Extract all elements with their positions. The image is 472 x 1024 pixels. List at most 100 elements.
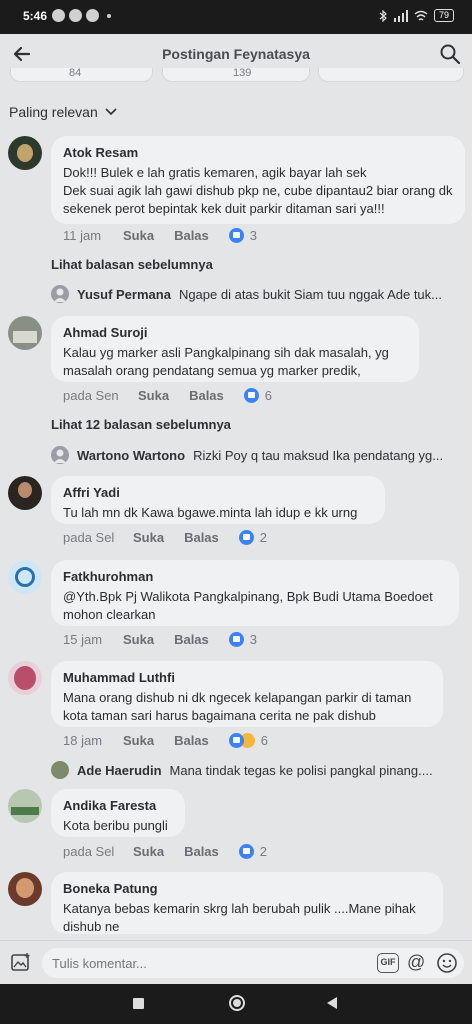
search-icon[interactable] bbox=[438, 42, 462, 66]
comment-time: pada Sen bbox=[63, 388, 119, 403]
comment-bubble[interactable]: Ahmad Suroji Kalau yg marker asli Pangka… bbox=[51, 316, 419, 382]
comment-text: Katanya bebas kemarin skrg lah berubah p… bbox=[63, 901, 416, 934]
reply-text: Rizki Poy q tau maksud Ika pendatang yg.… bbox=[193, 447, 444, 463]
comment-time: 11 jam bbox=[63, 228, 102, 243]
comment-input[interactable] bbox=[52, 956, 352, 971]
comment-actions: 15 jam Suka Balas 3 bbox=[63, 632, 257, 647]
mention-icon[interactable]: @ bbox=[407, 952, 425, 973]
reaction-count[interactable]: 6 bbox=[265, 388, 272, 403]
comment-text: Kalau yg marker asli Pangkalpinang sih d… bbox=[63, 345, 389, 378]
avatar[interactable] bbox=[8, 316, 42, 350]
like-button[interactable]: Suka bbox=[123, 632, 154, 647]
comment-input-box[interactable]: GIF @ bbox=[42, 948, 464, 978]
comment-bubble[interactable]: Atok Resam Dok!!! Bulek e lah gratis kem… bbox=[51, 136, 465, 224]
comment-bubble[interactable]: Boneka Patung Katanya bebas kemarin skrg… bbox=[51, 872, 443, 934]
avatar[interactable] bbox=[8, 560, 42, 594]
bluetooth-icon bbox=[379, 9, 387, 22]
reply-button[interactable]: Balas bbox=[174, 733, 209, 748]
image-icon[interactable] bbox=[10, 951, 32, 973]
comment-time: 18 jam bbox=[63, 733, 103, 748]
reply-author: Ade Haerudin bbox=[77, 762, 162, 778]
like-button[interactable]: Suka bbox=[133, 530, 164, 545]
more-notifications-icon bbox=[107, 14, 111, 18]
back-icon[interactable] bbox=[327, 997, 337, 1009]
signal-icon bbox=[393, 9, 408, 22]
comment-author[interactable]: Affri Yadi bbox=[63, 485, 373, 500]
wifi-icon bbox=[414, 10, 428, 21]
like-reaction-icon bbox=[238, 530, 254, 545]
comment-time: 15 jam bbox=[63, 632, 103, 647]
comment-bubble[interactable]: Muhammad Luthfi Mana orang dishub ni dk … bbox=[51, 661, 443, 727]
reaction-count[interactable]: 2 bbox=[260, 530, 267, 545]
gif-icon[interactable]: GIF bbox=[377, 953, 399, 973]
like-count-button[interactable]: 84 bbox=[10, 68, 153, 82]
comment-author[interactable]: Muhammad Luthfi bbox=[63, 670, 431, 685]
comment-author[interactable]: Fatkhurohman bbox=[63, 569, 447, 584]
comment-actions: pada Sel Suka Balas 2 bbox=[63, 844, 267, 859]
home-icon[interactable] bbox=[229, 995, 245, 1011]
chevron-down-icon bbox=[105, 108, 117, 116]
reaction-count[interactable]: 3 bbox=[250, 228, 257, 243]
avatar[interactable] bbox=[8, 476, 42, 510]
reply-button[interactable]: Balas bbox=[189, 388, 224, 403]
system-nav-bar bbox=[0, 984, 472, 1024]
reply-button[interactable]: Balas bbox=[174, 632, 209, 647]
avatar[interactable] bbox=[8, 872, 42, 906]
comment-time: pada Sel bbox=[63, 530, 115, 545]
reply-preview[interactable]: Wartono Wartono Rizki Poy q tau maksud I… bbox=[51, 446, 465, 464]
comment-actions: pada Sel Suka Balas 2 bbox=[63, 530, 267, 545]
comment-time: pada Sel bbox=[63, 844, 115, 859]
like-reaction-icon bbox=[228, 228, 244, 243]
emoji-icon[interactable] bbox=[436, 952, 458, 974]
app-notification-icon bbox=[86, 9, 99, 22]
avatar bbox=[51, 761, 69, 779]
comment-text: @Yth.Bpk Pj Walikota Pangkalpinang, Bpk … bbox=[63, 589, 433, 622]
whatsapp-icon bbox=[69, 9, 82, 22]
view-previous-replies[interactable]: Lihat balasan sebelumnya bbox=[51, 257, 213, 272]
status-bar: 5:46 79 bbox=[0, 0, 472, 34]
sort-dropdown[interactable]: Paling relevan bbox=[9, 104, 118, 120]
comment-author[interactable]: Atok Resam bbox=[63, 145, 453, 160]
reaction-summary-bar: 84 139 bbox=[0, 68, 472, 90]
like-count: 84 bbox=[69, 68, 82, 79]
comment-author[interactable]: Boneka Patung bbox=[63, 881, 431, 896]
battery-icon: 79 bbox=[433, 9, 454, 22]
page-title: Postingan Feynatasya bbox=[162, 46, 310, 62]
avatar bbox=[51, 285, 69, 303]
comment-bubble[interactable]: Affri Yadi Tu lah mn dk Kawa bgawe.minta… bbox=[51, 476, 385, 524]
recent-apps-icon[interactable] bbox=[133, 998, 144, 1009]
avatar[interactable] bbox=[8, 789, 42, 823]
like-button[interactable]: Suka bbox=[138, 388, 169, 403]
comment-text: Mana orang dishub ni dk ngecek kelapanga… bbox=[63, 690, 412, 723]
reply-text: Ngape di atas bukit Siam tuu nggak Ade t… bbox=[178, 286, 442, 302]
reply-button[interactable]: Balas bbox=[184, 530, 219, 545]
like-button[interactable]: Suka bbox=[123, 228, 154, 243]
comment-bubble[interactable]: Andika Faresta Kota beribu pungli bbox=[51, 789, 185, 837]
comment-actions: 11 jam Suka Balas 3 bbox=[63, 228, 257, 243]
reply-preview[interactable]: Yusuf Permana Ngape di atas bukit Siam t… bbox=[51, 285, 465, 303]
like-button[interactable]: Suka bbox=[123, 733, 154, 748]
avatar[interactable] bbox=[8, 661, 42, 695]
view-previous-replies[interactable]: Lihat 12 balasan sebelumnya bbox=[51, 417, 231, 432]
comment-bubble[interactable]: Fatkhurohman @Yth.Bpk Pj Walikota Pangka… bbox=[51, 560, 459, 626]
like-reaction-icon bbox=[228, 733, 244, 748]
comment-actions: pada Sen Suka Balas 6 bbox=[63, 388, 272, 403]
reply-button[interactable]: Balas bbox=[184, 844, 219, 859]
comment-author[interactable]: Andika Faresta bbox=[63, 798, 173, 813]
comment-text: Kota beribu pungli bbox=[63, 818, 168, 833]
comment-text: Dok!!! Bulek e lah gratis kemaren, agik … bbox=[63, 165, 453, 216]
like-button[interactable]: Suka bbox=[133, 844, 164, 859]
reaction-count[interactable]: 2 bbox=[260, 844, 267, 859]
reply-preview[interactable]: Ade Haerudin Mana tindak tegas ke polisi… bbox=[51, 761, 465, 779]
comment-count-button[interactable]: 139 bbox=[162, 68, 310, 82]
share-button[interactable] bbox=[318, 68, 464, 82]
reply-author: Yusuf Permana bbox=[77, 286, 171, 302]
sort-label: Paling relevan bbox=[9, 104, 98, 120]
reaction-count[interactable]: 6 bbox=[261, 733, 268, 748]
reply-author: Wartono Wartono bbox=[77, 447, 186, 463]
comment-author[interactable]: Ahmad Suroji bbox=[63, 325, 407, 340]
reaction-count[interactable]: 3 bbox=[250, 632, 257, 647]
reply-button[interactable]: Balas bbox=[174, 228, 209, 243]
avatar[interactable] bbox=[8, 136, 42, 170]
like-reaction-icon bbox=[243, 388, 259, 403]
